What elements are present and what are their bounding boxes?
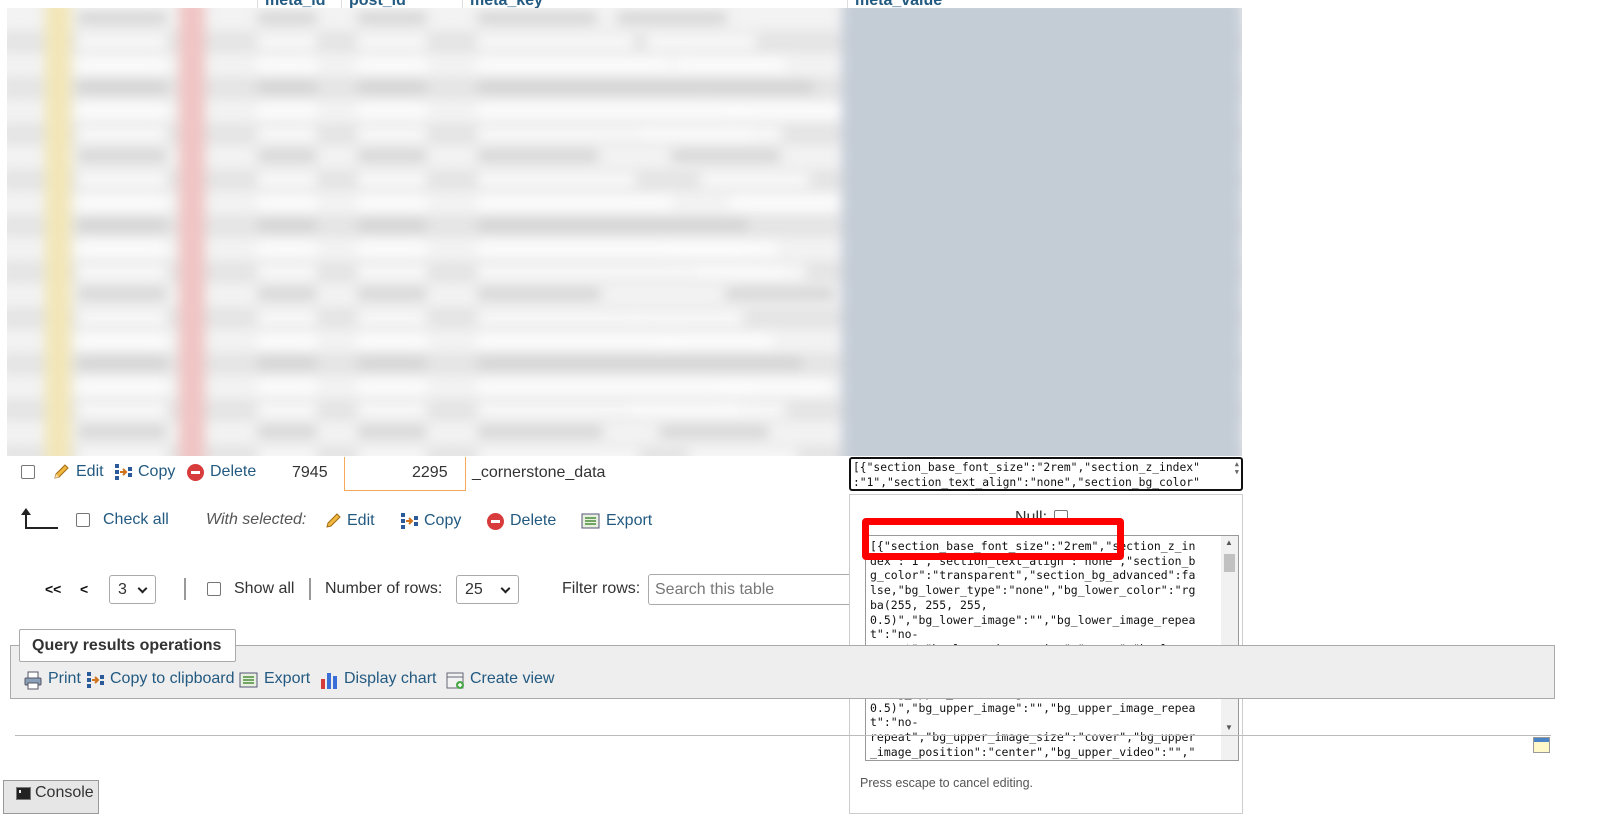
textarea-line: 0.5)","bg_lower_image":"","bg_lower_imag… [870, 612, 1196, 627]
rows-label: Number of rows: [325, 580, 443, 597]
page-select-value: 3 [118, 581, 127, 598]
select-arrow-icon [21, 508, 58, 530]
scrollbar-thumb[interactable] [1224, 554, 1235, 572]
note-icon[interactable] [1533, 737, 1550, 753]
console-icon [16, 787, 31, 800]
cell-meta-id[interactable]: 7945 [292, 464, 328, 482]
bulk-copy-button[interactable]: Copy [424, 512, 461, 530]
filter-rows-input[interactable]: Search this table [648, 574, 849, 605]
column-header-post-id[interactable]: post_id [349, 0, 406, 9]
console-tab[interactable]: Console [3, 780, 99, 814]
console-label: Console [35, 784, 94, 801]
escape-hint: Press escape to cancel editing. [860, 776, 1034, 790]
meta-value-line-2: :"1","section_text_align":"none","sectio… [853, 476, 1200, 489]
column-divider [257, 0, 258, 8]
chevron-down-icon [137, 583, 148, 594]
first-page-button[interactable]: << [45, 581, 61, 597]
textarea-line: repeat","bg_upper_image_size":"cover","b… [870, 730, 1196, 745]
bulk-edit-button[interactable]: Edit [347, 512, 375, 530]
mini-scroll-arrows[interactable]: ▲ ▼ [1235, 460, 1239, 476]
column-divider [341, 0, 342, 8]
divider [15, 735, 1551, 736]
filter-rows-placeholder: Search this table [655, 581, 775, 598]
textarea-line: _image_position":"center","bg_upper_vide… [870, 744, 1196, 759]
copy-to-clipboard-icon [87, 672, 104, 688]
delete-icon [187, 464, 204, 481]
row-checkbox[interactable] [21, 465, 35, 479]
previous-page-button[interactable]: < [80, 581, 88, 597]
filter-rows-label: Filter rows: [562, 580, 641, 597]
delete-icon [487, 513, 504, 530]
copy-to-clipboard-link[interactable]: Copy to clipboard [110, 670, 235, 688]
display-chart-link[interactable]: Display chart [344, 670, 436, 688]
check-all-checkbox[interactable] [76, 513, 90, 527]
pencil-icon [326, 513, 341, 528]
separator [309, 578, 311, 600]
cell-post-id[interactable]: 2295 [412, 464, 448, 482]
column-header-meta-id[interactable]: meta_id [265, 0, 325, 9]
textarea-line: t":"no- [870, 627, 919, 642]
export-icon [581, 513, 600, 529]
create-view-link[interactable]: Create view [470, 670, 554, 688]
column-divider [462, 0, 463, 8]
create-view-icon [446, 672, 464, 689]
blurred-results-area [7, 8, 1242, 456]
pencil-icon [54, 464, 69, 479]
rows-per-page-select[interactable]: 25 [456, 575, 519, 604]
textarea-line: t":"no- [870, 715, 919, 730]
highlight-box [862, 518, 1124, 560]
column-header-meta-value[interactable]: meta_value [855, 0, 942, 9]
row-delete-link[interactable]: Delete [210, 463, 256, 481]
show-all-checkbox[interactable] [207, 582, 221, 596]
copy-icon [401, 513, 418, 529]
column-divider [847, 0, 848, 8]
separator [184, 578, 186, 600]
row-edit-link[interactable]: Edit [76, 463, 104, 481]
cell-meta-value-editor[interactable]: [{"section_base_font_size":"2rem","secti… [849, 457, 1243, 491]
scroll-up-arrow-icon[interactable]: ▲ [1225, 538, 1233, 547]
rows-per-page-value: 25 [465, 581, 483, 598]
meta-value-line-1: [{"section_base_font_size":"2rem","secti… [853, 461, 1200, 474]
bulk-export-button[interactable]: Export [606, 512, 652, 530]
page-select[interactable]: 3 [109, 575, 156, 604]
chart-icon [321, 673, 337, 689]
check-all-label[interactable]: Check all [103, 511, 169, 529]
textarea-line: g_color":"transparent","section_bg_advan… [870, 568, 1196, 583]
print-link[interactable]: Print [48, 670, 81, 688]
copy-icon [115, 464, 132, 480]
chevron-down-icon [500, 583, 511, 594]
print-icon [24, 671, 42, 690]
textarea-line: lse,"bg_lower_type":"none","bg_lower_col… [870, 583, 1196, 598]
column-header-meta-key[interactable]: meta_key [470, 0, 543, 9]
scroll-down-arrow-icon[interactable]: ▼ [1225, 723, 1233, 732]
textarea-line: 0.5)","bg_upper_image":"","bg_upper_imag… [870, 700, 1196, 715]
row-copy-link[interactable]: Copy [138, 463, 175, 481]
bulk-delete-button[interactable]: Delete [510, 512, 556, 530]
with-selected-label: With selected: [206, 511, 307, 528]
cell-meta-key[interactable]: _cornerstone_data [472, 464, 605, 482]
show-all-label[interactable]: Show all [234, 580, 294, 598]
export-link[interactable]: Export [264, 670, 310, 688]
query-results-operations-legend: Query results operations [19, 629, 236, 662]
textarea-line: ba(255, 255, 255, [870, 597, 988, 612]
export-icon [239, 672, 258, 688]
